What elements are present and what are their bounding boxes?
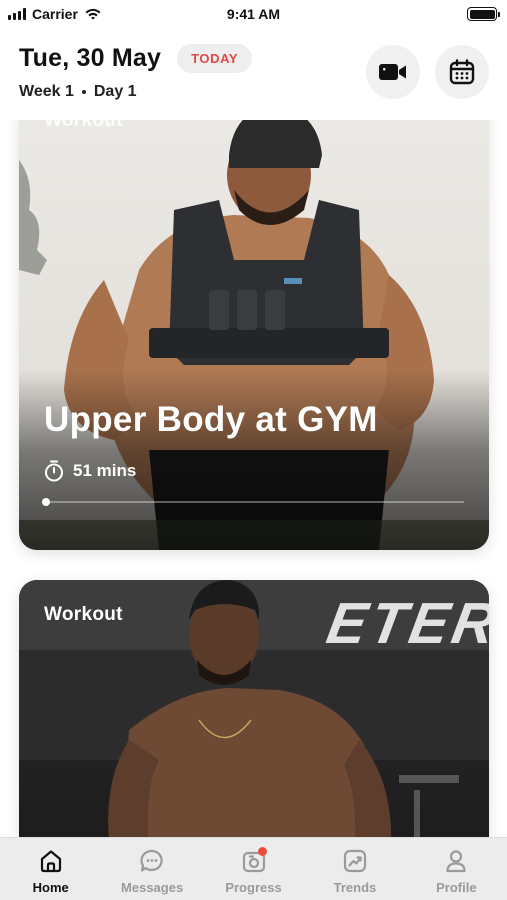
stopwatch-icon [45,460,63,482]
battery-icon [467,7,500,21]
day-label: Day 1 [93,83,137,100]
duration-row: 51 mins [44,460,136,482]
tab-bar: Home Messages Progress Trends Profile [0,837,507,900]
workout-card[interactable]: Workout Upper Body at GYM 51 mins [19,120,489,550]
status-left: Carrier [8,6,102,22]
progress-camera-icon [240,847,268,875]
calendar-icon [449,59,475,85]
video-camera-icon [379,64,406,80]
tab-label: Progress [225,880,282,895]
tab-profile[interactable]: Profile [406,838,507,900]
chat-bubble-icon [138,847,166,875]
duration-label: 51 mins [73,461,137,480]
tab-home[interactable]: Home [0,838,101,900]
date-row: Tue, 30 May TODAY [19,44,253,73]
user-icon [442,847,470,875]
week-day-label: Week 1 Day 1 [19,83,137,101]
notification-badge [257,847,267,856]
workout-progress-knob [42,498,50,506]
week-label: Week 1 [19,83,74,100]
tab-label: Trends [333,880,377,895]
calendar-button[interactable] [435,45,489,99]
workout-progress-track [44,501,464,503]
tab-progress[interactable]: Progress [203,838,304,900]
separator-dot [81,90,86,94]
tab-messages[interactable]: Messages [101,838,202,900]
signal-icon [8,8,26,20]
tab-label: Messages [121,880,184,895]
home-icon [37,847,65,875]
wifi-icon [85,8,101,20]
tab-label: Profile [436,880,477,895]
trend-chart-icon [341,847,369,875]
workout-card[interactable]: ETER Workout [19,580,489,837]
video-button[interactable] [366,45,420,99]
today-badge[interactable]: TODAY [177,44,253,73]
workout-title: Upper Body at GYM [44,400,378,439]
status-bar: Carrier 9:41 AM [0,0,507,28]
card-category-label: Workout [44,120,123,131]
workout-feed[interactable]: Workout Upper Body at GYM 51 mins ETER W… [0,120,507,837]
tab-label: Home [32,880,69,895]
header: Tue, 30 May TODAY Week 1 Day 1 [0,28,507,120]
status-time: 9:41 AM [226,6,281,22]
card-category-label: Workout [44,604,123,625]
date-title: Tue, 30 May [19,44,162,72]
tab-trends[interactable]: Trends [304,838,405,900]
gym-signage: ETER [322,591,489,656]
carrier-label: Carrier [32,6,78,22]
